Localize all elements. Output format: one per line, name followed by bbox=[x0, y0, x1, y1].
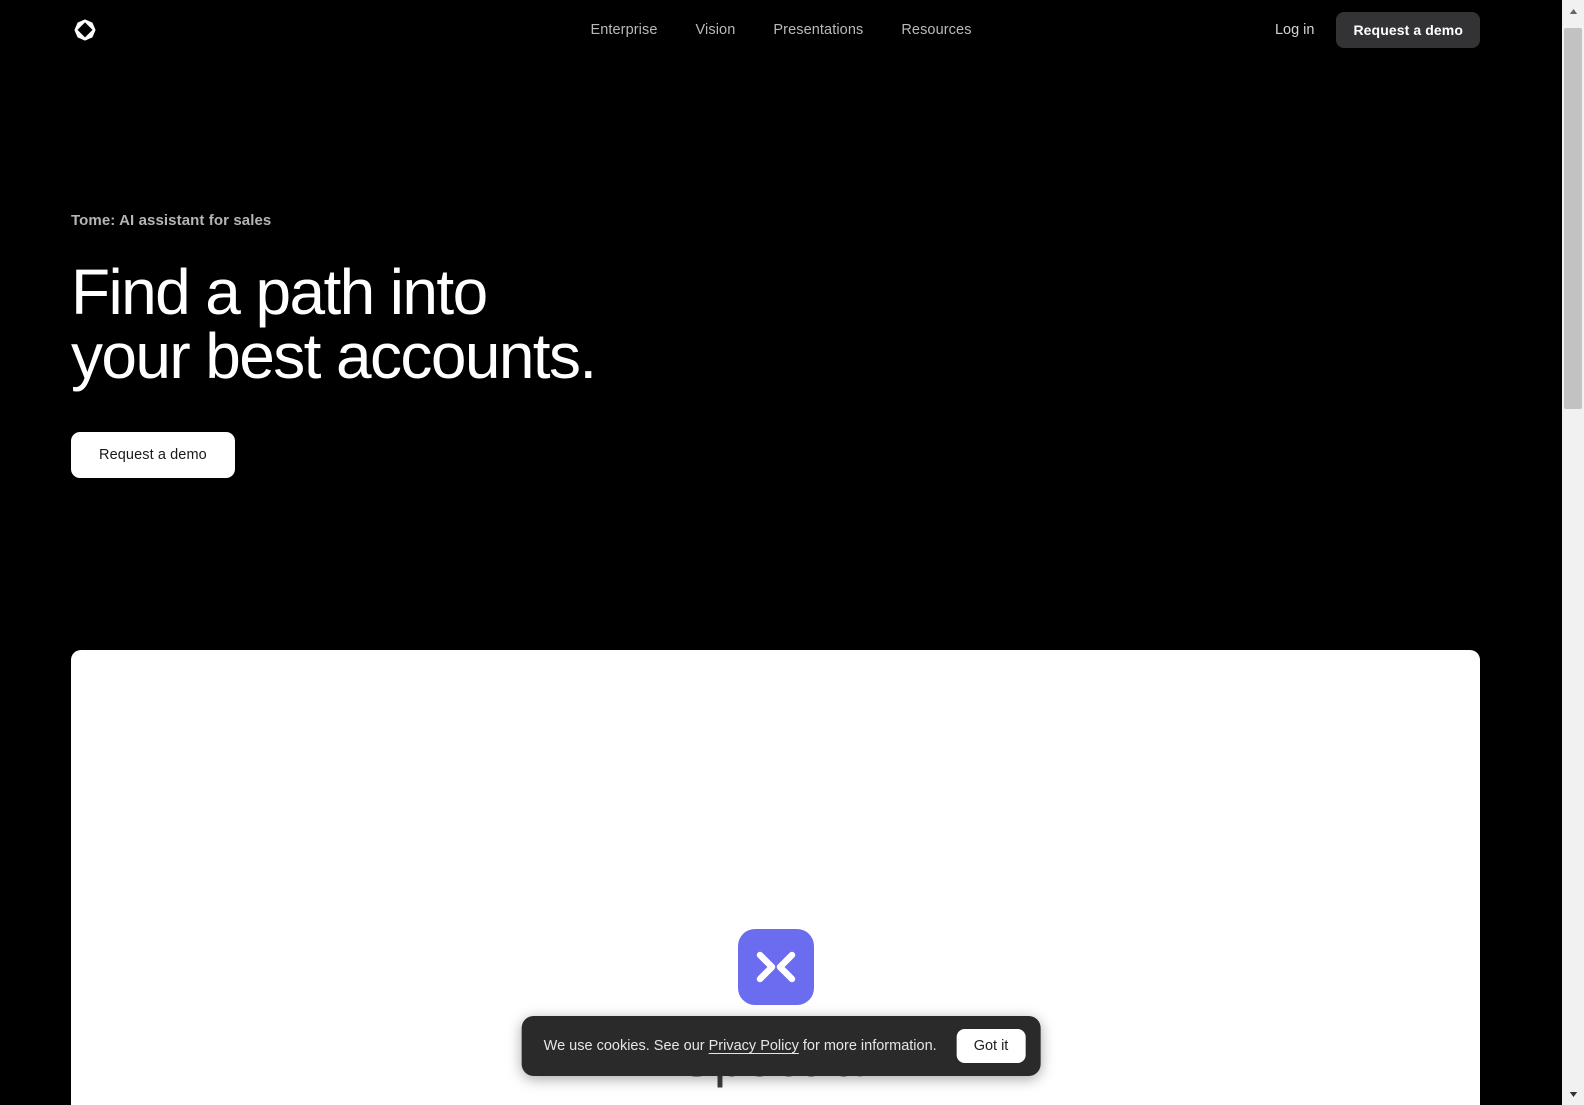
scrollbar-thumb[interactable] bbox=[1564, 28, 1582, 409]
nav-link-resources[interactable]: Resources bbox=[901, 22, 971, 38]
spectral-chevrons-icon bbox=[737, 929, 814, 1005]
chevron-down-glyph bbox=[1569, 1091, 1577, 1097]
scrollbar-down-arrow-icon[interactable] bbox=[1562, 1083, 1584, 1105]
nav-link-vision[interactable]: Vision bbox=[696, 22, 736, 38]
browser-viewport: Enterprise Vision Presentations Resource… bbox=[0, 0, 1562, 1105]
scrollbar-up-arrow-icon[interactable] bbox=[1562, 0, 1584, 22]
page-title: Find a path into your best accounts. bbox=[71, 256, 597, 392]
nav-link-presentations[interactable]: Presentations bbox=[773, 22, 863, 38]
cookie-consent-banner: We use cookies. See our Privacy Policy f… bbox=[521, 1016, 1041, 1076]
top-navigation-bar: Enterprise Vision Presentations Resource… bbox=[0, 0, 1562, 60]
nav-link-enterprise[interactable]: Enterprise bbox=[590, 22, 657, 38]
nav-actions-group: Log in Request a demo bbox=[1275, 0, 1480, 60]
cookie-banner-text: We use cookies. See our Privacy Policy f… bbox=[544, 1038, 937, 1054]
hero-request-demo-button[interactable]: Request a demo bbox=[71, 432, 235, 478]
cookie-text-before: We use cookies. See our bbox=[543, 1038, 709, 1054]
nav-links-group: Enterprise Vision Presentations Resource… bbox=[590, 0, 971, 60]
login-link[interactable]: Log in bbox=[1275, 22, 1315, 38]
chevrons-inward-glyph bbox=[756, 951, 795, 983]
cookie-text-after: for more information. bbox=[798, 1038, 937, 1054]
tome-logo-icon[interactable] bbox=[71, 16, 99, 44]
vertical-scrollbar[interactable] bbox=[1562, 0, 1584, 1105]
hero-eyebrow-text: Tome: AI assistant for sales bbox=[71, 212, 272, 229]
privacy-policy-link[interactable]: Privacy Policy bbox=[709, 1038, 799, 1054]
nav-request-demo-button[interactable]: Request a demo bbox=[1336, 12, 1480, 48]
cookie-accept-button[interactable]: Got it bbox=[956, 1029, 1026, 1063]
hero-section: Tome: AI assistant for sales Find a path… bbox=[71, 212, 971, 478]
tome-logo-glyph bbox=[74, 19, 96, 41]
chevron-up-glyph bbox=[1569, 8, 1577, 14]
